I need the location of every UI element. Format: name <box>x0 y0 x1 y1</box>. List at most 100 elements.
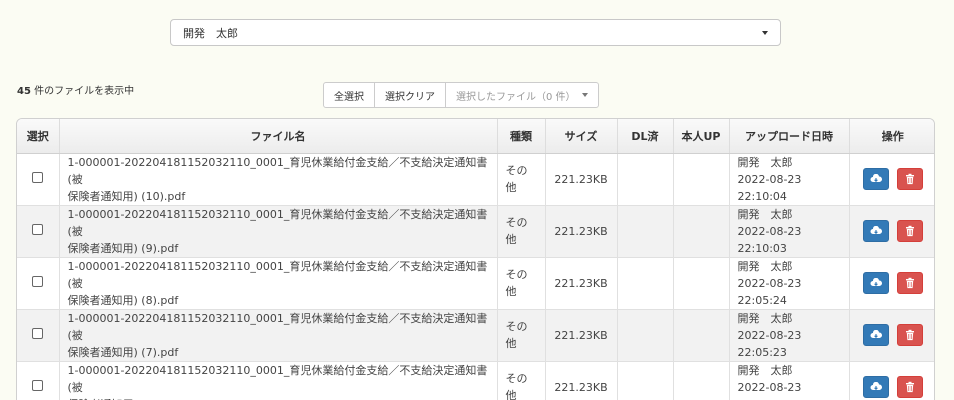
size-cell: 221.23KB <box>545 153 618 206</box>
uploaded-at-cell: 開発 太郎 2022-08-23 22:05:23 <box>729 309 850 362</box>
cloud-download-icon <box>870 226 882 234</box>
uploader-name: 開発 太郎 <box>737 259 793 273</box>
file-name-line2: 保険者通知用) (9).pdf <box>67 241 179 255</box>
kind-cell: その他 <box>497 205 546 258</box>
selection-button-group: 全選択 選択クリア 選択したファイル（0 件） <box>323 82 599 108</box>
file-name-cell: 1-000001-20220418115203211​0_0001_育児休業給付… <box>59 361 498 400</box>
kind-line1: その <box>505 372 528 385</box>
self-upload-cell <box>673 361 730 400</box>
download-button[interactable] <box>863 272 889 294</box>
header-self-upload: 本人UP <box>673 119 730 154</box>
file-name-cell: 1-000001-20220418115203211​0_0001_育児休業給付… <box>59 153 498 206</box>
kind-line2: 他 <box>505 389 517 400</box>
caret-down-icon <box>581 93 588 97</box>
header-uploaded-at: アップロード日時 <box>729 119 850 154</box>
trash-icon <box>905 381 914 393</box>
trash-icon <box>905 329 914 341</box>
uploaded-at-cell: 開発 太郎 2022-08-23 22:10:04 <box>729 153 850 206</box>
operations-cell <box>849 309 934 362</box>
cloud-download-icon <box>870 382 882 390</box>
downloaded-cell <box>617 309 674 362</box>
user-select-value: 開発 太郎 <box>183 26 238 40</box>
operations-cell <box>849 205 934 258</box>
table-row: 1-000001-20220418115203211​0_0001_育児休業給付… <box>17 153 934 206</box>
upload-datetime: 2022-08-23 22:10:04 <box>737 172 802 203</box>
operations-cell <box>849 257 934 310</box>
file-name-line1: 1-000001-20220418115203211​0_0001_育児休業給付… <box>67 259 488 290</box>
file-count: 45 件のファイルを表示中 <box>17 82 134 97</box>
delete-button[interactable] <box>896 272 923 294</box>
trash-icon <box>905 277 914 289</box>
file-name-line2: 保険者通知用) (10).pdf <box>67 189 186 203</box>
clear-selection-button[interactable]: 選択クリア <box>375 83 446 107</box>
row-select-checkbox[interactable] <box>32 328 44 339</box>
user-select[interactable]: 開発 太郎 <box>170 19 781 46</box>
uploaded-at-cell: 開発 太郎 2022-08-23 22:05:24 <box>729 257 850 310</box>
file-name-line1: 1-000001-20220418115203211​0_0001_育児休業給付… <box>67 155 488 186</box>
table-row: 1-000001-20220418115203211​0_0001_育児休業給付… <box>17 361 934 400</box>
kind-line2: 他 <box>505 233 517 246</box>
row-select-checkbox[interactable] <box>32 276 44 287</box>
table-row: 1-000001-20220418115203211​0_0001_育児休業給付… <box>17 257 934 310</box>
cloud-download-icon <box>870 330 882 338</box>
download-button[interactable] <box>863 220 889 242</box>
table-row: 1-000001-20220418115203211​0_0001_育児休業給付… <box>17 309 934 362</box>
header-operations: 操作 <box>849 119 934 154</box>
delete-button[interactable] <box>896 220 923 242</box>
downloaded-cell <box>617 153 674 206</box>
downloaded-cell <box>617 257 674 310</box>
self-upload-cell <box>673 205 730 258</box>
selected-files-dropdown[interactable]: 選択したファイル（0 件） <box>446 83 598 107</box>
header-downloaded: DL済 <box>617 119 674 154</box>
kind-line2: 他 <box>505 337 517 350</box>
operations-cell <box>849 153 934 206</box>
header-select: 選択 <box>17 119 60 154</box>
kind-line1: その <box>505 216 528 229</box>
kind-line1: その <box>505 268 528 281</box>
row-select-checkbox[interactable] <box>32 172 44 183</box>
download-button[interactable] <box>863 168 889 190</box>
caret-down-icon <box>762 30 768 35</box>
uploaded-at-cell: 開発 太郎 2022-08-23 22:05:22 <box>729 361 850 400</box>
row-select-checkbox[interactable] <box>32 224 44 235</box>
uploader-name: 開発 太郎 <box>737 363 793 377</box>
kind-cell: その他 <box>497 153 546 206</box>
download-button[interactable] <box>863 376 889 398</box>
size-cell: 221.23KB <box>545 309 618 362</box>
selected-files-label: 選択したファイル（0 件） <box>456 91 576 103</box>
kind-cell: その他 <box>497 257 546 310</box>
uploader-name: 開発 太郎 <box>737 311 793 325</box>
kind-cell: その他 <box>497 309 546 362</box>
select-all-button[interactable]: 全選択 <box>324 83 375 107</box>
file-name-cell: 1-000001-20220418115203211​0_0001_育児休業給付… <box>59 309 498 362</box>
downloaded-cell <box>617 361 674 400</box>
cloud-download-icon <box>870 278 882 286</box>
header-kind: 種類 <box>497 119 546 154</box>
kind-line1: その <box>505 164 528 177</box>
file-name-line1: 1-000001-20220418115203211​0_0001_育児休業給付… <box>67 311 488 342</box>
table-row: 1-000001-20220418115203211​0_0001_育児休業給付… <box>17 205 934 258</box>
kind-line1: その <box>505 320 528 333</box>
trash-icon <box>905 173 914 185</box>
download-button[interactable] <box>863 324 889 346</box>
cloud-download-icon <box>870 174 882 182</box>
operations-cell <box>849 361 934 400</box>
kind-cell: その他 <box>497 361 546 400</box>
kind-line2: 他 <box>505 181 517 194</box>
file-count-suffix: 件のファイルを表示中 <box>30 86 135 97</box>
delete-button[interactable] <box>896 324 923 346</box>
file-name-cell: 1-000001-20220418115203211​0_0001_育児休業給付… <box>59 205 498 258</box>
trash-icon <box>905 225 914 237</box>
file-name-line1: 1-000001-20220418115203211​0_0001_育児休業給付… <box>67 207 488 238</box>
header-size: サイズ <box>545 119 618 154</box>
delete-button[interactable] <box>896 376 923 398</box>
uploader-name: 開発 太郎 <box>737 207 793 221</box>
size-cell: 221.23KB <box>545 257 618 310</box>
file-name-cell: 1-000001-20220418115203211​0_0001_育児休業給付… <box>59 257 498 310</box>
file-name-line1: 1-000001-20220418115203211​0_0001_育児休業給付… <box>67 363 488 394</box>
upload-datetime: 2022-08-23 22:10:03 <box>737 224 802 255</box>
row-select-checkbox[interactable] <box>32 380 44 391</box>
file-name-line2: 保険者通知用) (8).pdf <box>67 293 179 307</box>
table-header-row: 選択 ファイル名 種類 サイズ DL済 本人UP アップロード日時 操作 <box>17 119 934 154</box>
delete-button[interactable] <box>896 168 923 190</box>
